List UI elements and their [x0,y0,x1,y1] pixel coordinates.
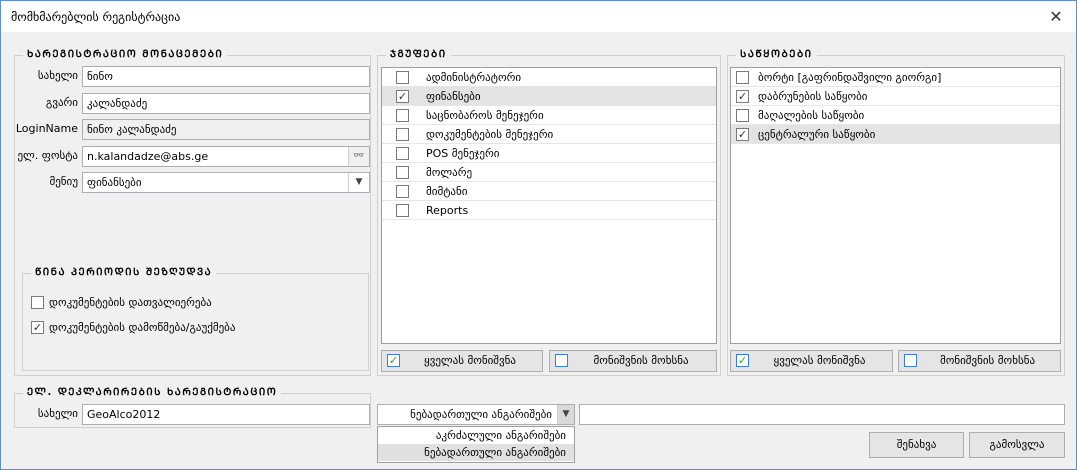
name-input[interactable] [87,67,365,86]
warehouses-group-title: ᲡᲐᲬᲧᲝᲑᲔᲑᲘ [736,48,817,62]
checkbox[interactable] [396,185,409,198]
list-item[interactable]: მაღალების საწყობი [731,106,1060,125]
checkbox[interactable]: ✓ [736,90,749,103]
list-item[interactable]: საცნობაროს მენეჯერი [382,106,716,125]
list-item[interactable]: ✓ დაბრუნების საწყობი [731,87,1060,106]
list-item[interactable]: ✓ ფინანსები [382,87,716,106]
groups-clear-all-button[interactable]: მონიშვნის მოხსნა [549,350,717,372]
menu-select[interactable]: ფინანსები ▼ [82,172,370,193]
list-item[interactable]: ✓ ცენტრალური საწყობი [731,125,1060,144]
surname-field[interactable] [82,93,370,114]
edeclaration-name-label: სახელი [37,407,78,420]
restriction-item-label: დოკუმენტების დამოწმება/გაუქმება [49,321,236,334]
list-item[interactable]: Reports [382,201,716,220]
list-item[interactable]: დოკუმენტების მენეჯერი [382,125,716,144]
checkbox[interactable]: ✓ [736,128,749,141]
account-type-select[interactable]: ნებადართული ანგარიშები ▼ [377,404,575,425]
name-field[interactable] [82,66,370,87]
email-value: n.kalandadze@abs.ge [87,150,209,163]
menu-value: ფინანსები [87,176,142,189]
account-type-value: ნებადართული ანგარიშები [410,408,552,421]
chevron-down-icon[interactable]: ▼ [557,405,574,424]
checkbox-empty-icon [904,354,917,367]
save-button[interactable]: შენახვა [869,432,964,458]
title-bar: მომხმარებლის რეგისტრაცია ✕ [1,1,1076,32]
restriction-group-title: ᲬᲘᲜᲐ ᲞᲔᲠᲘᲝᲓᲘᲡ ᲨᲔᲖᲦᲣᲓᲕᲐ [31,266,217,280]
edeclaration-name-field[interactable] [82,404,370,425]
checkbox[interactable] [396,204,409,217]
account-filter-field[interactable] [579,404,1065,425]
checkbox[interactable] [396,128,409,141]
surname-label: გვარი [45,96,78,109]
surname-input[interactable] [87,94,365,113]
menu-label: მენიუ [49,175,78,188]
close-icon[interactable]: ✕ [1046,7,1066,27]
glasses-icon[interactable]: 👓 [348,147,369,166]
email-label: ელ. ფოსტა [17,149,78,162]
account-filter-input[interactable] [584,405,1060,424]
checkbox[interactable] [396,147,409,160]
dropdown-option[interactable]: აკრძალული ანგარიშები [378,427,574,444]
registration-group-title: ᲮᲐᲠᲔᲒᲘᲡᲢᲠᲐᲪᲘᲝ ᲛᲝᲜᲐᲪᲔᲛᲔᲑᲘ [23,48,228,62]
account-type-dropdown-list: აკრძალული ანგარიშები ნებადართული ანგარიშ… [377,426,575,463]
dropdown-option[interactable]: ნებადართული ანგარიშები [378,444,574,461]
edeclaration-group-title: ᲔᲚ. ᲓᲔᲙᲚᲐᲠᲘᲠᲔᲑᲘᲡ ᲮᲐᲠᲔᲒᲘᲡᲢᲠᲐᲪᲘᲝ [23,386,282,400]
exit-button[interactable]: გამოსვლა [969,432,1065,458]
checkbox[interactable]: ✓ [396,90,409,103]
checkbox[interactable] [736,109,749,122]
warehouses-list: ბორტი [გაფრინდაშვილი გიორგი] ✓ დაბრუნების… [730,67,1061,344]
list-item[interactable]: POS მენეჯერი [382,144,716,163]
checkbox[interactable] [396,109,409,122]
login-label: LoginName [15,122,78,135]
warehouses-select-all-button[interactable]: ✓ ყველას მონიშვნა [730,350,893,372]
registration-window: მომხმარებლის რეგისტრაცია ✕ ᲮᲐᲠᲔᲒᲘᲡᲢᲠᲐᲪᲘᲝ… [0,0,1077,470]
chevron-down-icon[interactable]: ▼ [348,173,369,192]
groups-list: ადმინისტრატორი ✓ ფინანსები საცნობაროს მენ… [381,67,717,344]
warehouses-clear-all-button[interactable]: მონიშვნის მოხსნა [898,350,1061,372]
window-title: მომხმარებლის რეგისტრაცია [11,10,181,24]
restriction-confirm-checkbox[interactable]: ✓ [31,321,44,334]
email-field[interactable]: n.kalandadze@abs.ge 👓 [82,146,370,167]
list-item[interactable]: მოლარე [382,163,716,182]
checkbox[interactable] [396,166,409,179]
restriction-item-label: დოკუმენტების დათვალიერება [49,296,212,309]
list-item[interactable]: მიმტანი [382,182,716,201]
groups-group-title: ᲯᲒᲣᲤᲔᲑᲘ [386,48,451,62]
edeclaration-name-input[interactable] [87,405,365,424]
list-item[interactable]: ბორტი [გაფრინდაშვილი გიორგი] [731,68,1060,87]
checkbox[interactable] [736,71,749,84]
name-label: სახელი [37,69,78,82]
checkbox-checked-icon: ✓ [736,354,749,367]
checkbox-empty-icon [555,354,568,367]
groups-select-all-button[interactable]: ✓ ყველას მონიშვნა [381,350,543,372]
login-field: ნინო კალანდაძე [82,119,370,140]
checkbox[interactable] [396,71,409,84]
restriction-view-checkbox[interactable] [31,296,44,309]
list-item[interactable]: ადმინისტრატორი [382,68,716,87]
checkbox-checked-icon: ✓ [387,354,400,367]
